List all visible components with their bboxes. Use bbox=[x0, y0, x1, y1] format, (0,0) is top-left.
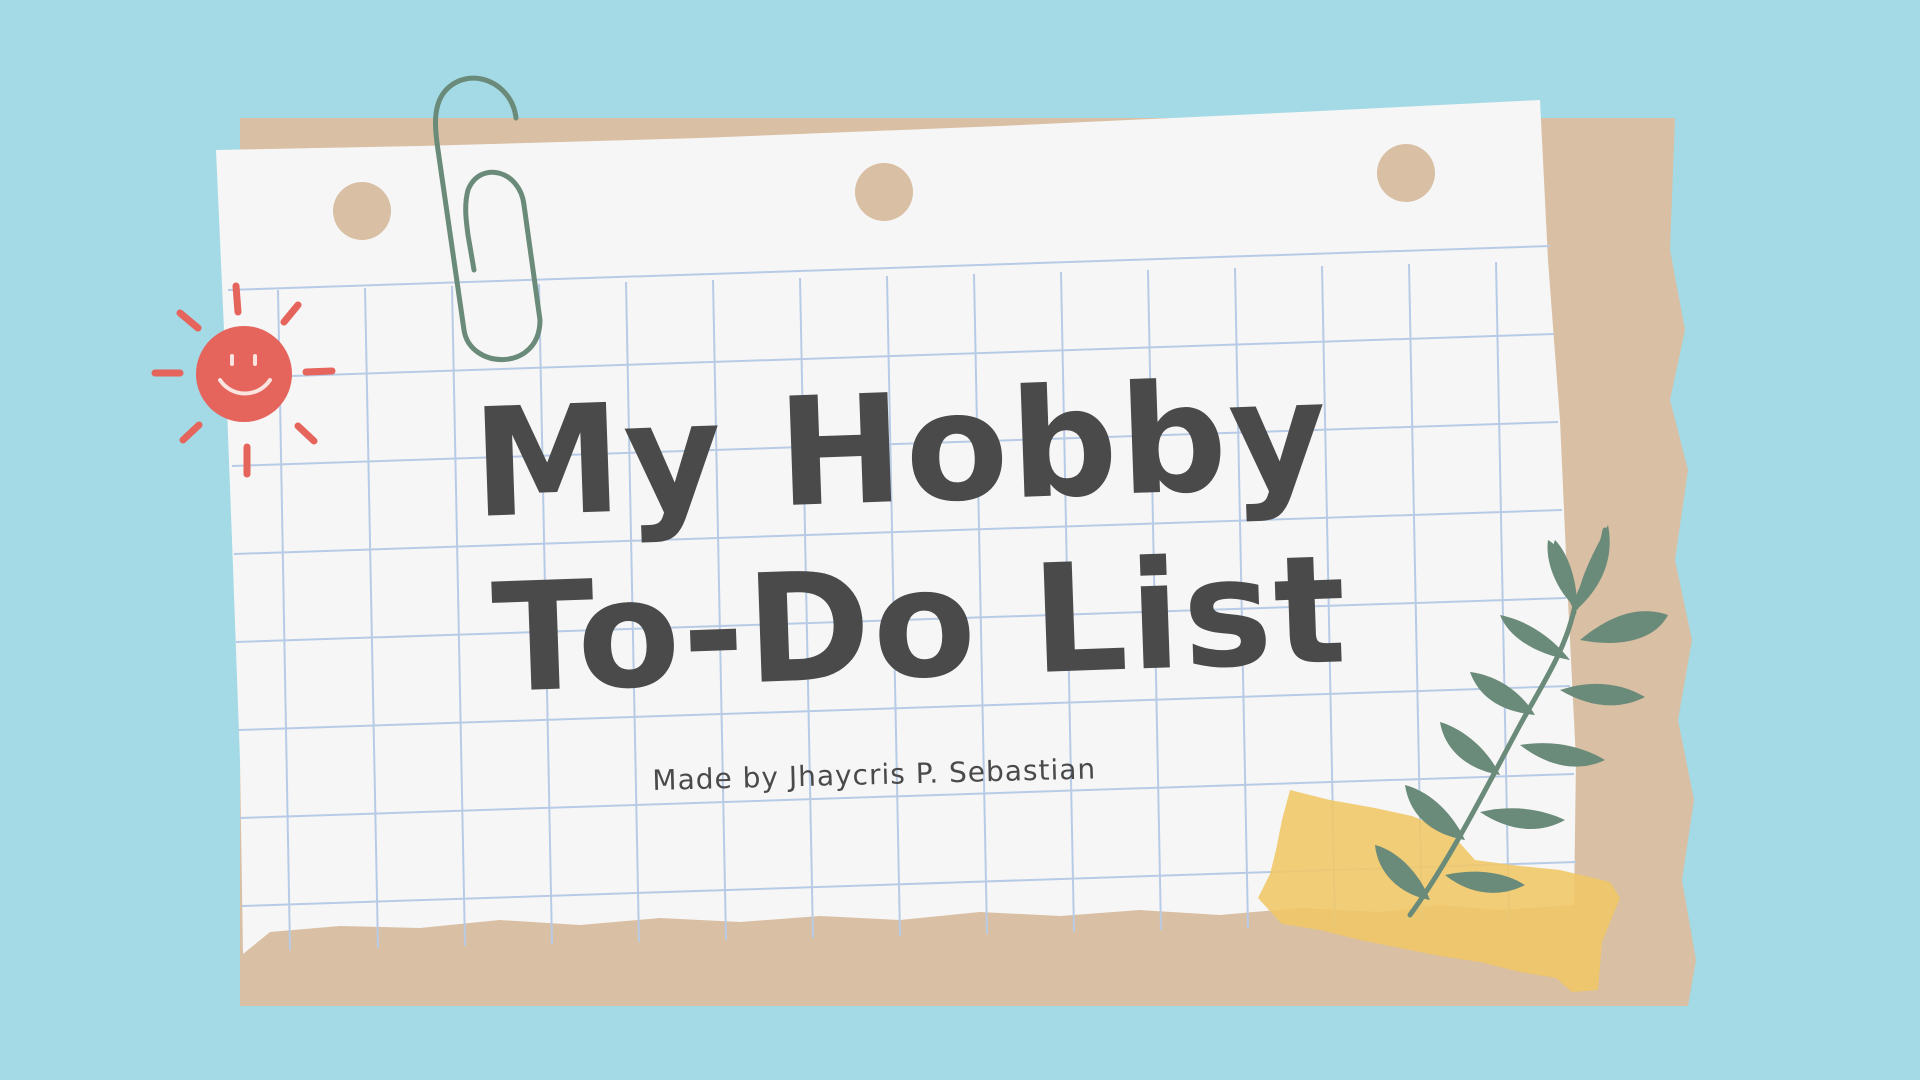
title-line-1: My Hobby bbox=[469, 348, 1332, 552]
punch-hole-right bbox=[1377, 144, 1435, 202]
punch-hole-middle bbox=[855, 163, 913, 221]
punch-hole-left bbox=[333, 182, 391, 240]
title-line-2: To-Do List bbox=[489, 523, 1351, 727]
slide-canvas: My Hobby To-Do List Made by Jhaycris P. … bbox=[0, 0, 1920, 1080]
